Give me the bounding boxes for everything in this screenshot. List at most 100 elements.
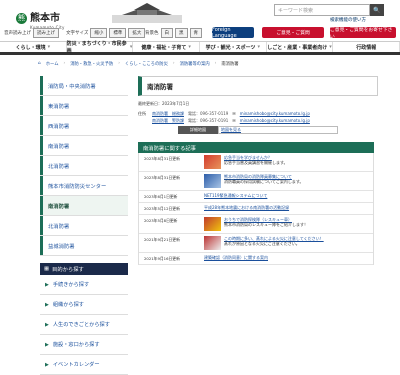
home-icon: ⌂ (38, 61, 41, 66)
arrow-right-icon: ▶ (45, 361, 49, 368)
voice-label: 音声読み上げ (4, 31, 31, 36)
purpose-link-organization[interactable]: ▶ 組織から探す (40, 295, 128, 315)
voice-tools: 音声読み上げ 読み上げ (4, 28, 59, 38)
article-text: 平成28年熊本地震における南消防署の活動記録 (204, 205, 289, 212)
department-link[interactable]: 南消防署 総務課 (152, 111, 184, 117)
sidebar-item-south[interactable]: 南消防署 (40, 136, 128, 156)
article-date: 2023年8月31日更新 (144, 156, 180, 161)
breadcrumb-link[interactable]: 消防・救急・火災予防 (70, 61, 113, 67)
article-thumbnail[interactable] (204, 236, 221, 250)
breadcrumb-separator: › (214, 61, 217, 66)
chevron-down-icon: ▾ (329, 44, 332, 50)
article-title-link[interactable]: 平成28年熊本地震における南消防署の活動記録 (204, 205, 289, 210)
consult-button[interactable]: ご意見・ご質問 (262, 27, 324, 38)
search-help-link[interactable]: 検索機能の使い方 (330, 17, 366, 23)
font-size-label: 文字サイズ (66, 31, 89, 36)
map-row: 詳細地図 地図を見る (178, 126, 378, 134)
article-title-link[interactable]: NET119緊急通報システムについて (204, 193, 267, 198)
list-item: 2023年8月31日更新 応急手当を学びませんか？ 応急手当普及員講習を開催しま… (139, 153, 373, 172)
site-logo[interactable]: 熊 熊本市 Kumamoto City (16, 6, 65, 30)
font-larger-button[interactable]: 拡大 (128, 28, 146, 38)
article-body: おうちで消防探検隊（レスキュー車） 熊本市消防局のレスキュー隊をご紹介します！ (204, 217, 373, 231)
article-text: この時期に多い、蒸れによる火災に注意してください！ 蒸れが原因となる火災にご注意… (224, 236, 324, 250)
breadcrumb-link[interactable]: くらし・こころの防災 (125, 61, 168, 67)
breadcrumb-link[interactable]: 消防署等の案内 (180, 61, 210, 67)
nav-label: 学び・観光・スポーツ (205, 44, 256, 51)
sidebar-item-center[interactable]: 熊本市消防防災センター (40, 176, 128, 196)
map-link[interactable]: 地図を見る (218, 126, 338, 134)
department-link[interactable]: 南消防署 警防課 (152, 118, 184, 124)
nav-item-learning[interactable]: 学び・観光・スポーツ ▾ (200, 42, 267, 52)
contact-row: 南消防署 警防課 電話：096-357-0191 ✉ minamishobo@c… (138, 117, 378, 124)
logo-text: 熊本市 (30, 13, 60, 24)
breadcrumb-separator: › (172, 61, 175, 66)
list-item: 2023年5月12日更新 平成28年熊本地震における南消防署の活動記録 (139, 203, 373, 215)
last-updated: 最終更新日：2023年7月1日 (138, 101, 190, 106)
bg-color-label: 背景色 (145, 31, 159, 36)
nav-item-health[interactable]: 健康・福祉・子育て ▾ (133, 42, 201, 52)
arrow-right-icon: ▶ (45, 301, 49, 308)
chevron-down-icon: ▾ (129, 44, 133, 50)
bg-blue-button[interactable]: 青 (189, 28, 202, 38)
bg-black-button[interactable]: 黒 (175, 28, 188, 38)
font-normal-button[interactable]: 標準 (109, 28, 127, 38)
phone-number: 電話：096-357-0119 (188, 110, 229, 116)
purpose-link-label: イベントカレンダー (52, 362, 100, 368)
article-title-link[interactable]: 建築確認（消防同意）に関する案内 (204, 255, 268, 260)
article-text: 応急手当を学びませんか？ 応急手当普及員講習を開催します。 (224, 155, 288, 169)
breadcrumb-link[interactable]: ホーム (46, 61, 59, 67)
nav-label: 健康・福祉・子育て (141, 44, 187, 51)
sidebar-item-west[interactable]: 西消防署 (40, 116, 128, 136)
article-thumbnail[interactable] (204, 174, 221, 188)
related-articles-list: 2023年8月31日更新 応急手当を学びませんか？ 応急手当普及員講習を開催しま… (138, 153, 374, 265)
article-description: 応急手当普及員講習を開催します。 (224, 160, 288, 166)
chevron-down-icon: ▾ (47, 44, 51, 50)
arrow-right-icon: ▶ (45, 321, 49, 328)
search-button[interactable]: 🔍 (370, 4, 384, 16)
city-emblem-icon: 熊 (16, 12, 27, 24)
purpose-header-label: 目的から探す (52, 267, 84, 273)
bg-white-button[interactable]: 白 (160, 28, 173, 38)
nav-item-disaster[interactable]: 防災・まちづくり・市民参画 ▾ (67, 41, 134, 54)
arrow-right-icon: ▶ (45, 281, 49, 288)
contact-button[interactable]: ご意見・ご質問をお寄せ下さい (330, 27, 396, 40)
article-body: この時期に多い、蒸れによる火災に注意してください！ 蒸れが原因となる火災にご注意… (204, 236, 373, 250)
purpose-link-procedures[interactable]: ▶ 手続きから探す (40, 275, 128, 295)
article-thumbnail[interactable] (204, 155, 221, 169)
contact-label: 住所 (138, 110, 146, 116)
breadcrumb-separator: › (63, 61, 66, 66)
list-item: 2023年6月1日更新 NET119緊急通報システムについて (139, 191, 373, 203)
sidebar-item-east[interactable]: 東消防署 (40, 96, 128, 116)
purpose-link-label: 人生のできごとから探す (52, 322, 110, 328)
mail-icon: ✉ (232, 111, 236, 116)
sidebar-item-mashiki[interactable]: 益城消防署 (40, 236, 128, 256)
article-thumbnail[interactable] (204, 217, 221, 231)
article-description: 熊本市消防局のレスキュー隊をご紹介します！ (224, 222, 308, 228)
search-input[interactable]: キーワード検索 (274, 4, 370, 16)
arrow-right-icon: ▶ (45, 341, 49, 348)
sidebar-item-south-active[interactable]: 南消防署 (40, 196, 128, 216)
voice-button[interactable]: 読み上げ (33, 28, 59, 38)
email-link[interactable]: minamishobo@city.kumamoto.lg.jp (240, 118, 310, 123)
article-body: 建築確認（消防同意）に関する案内 (204, 255, 373, 262)
breadcrumb-separator: › (118, 61, 120, 66)
article-body: 平成28年熊本地震における南消防署の活動記録 (204, 205, 373, 212)
list-item: 2023年8月31日更新 熊本市消防局の消防隊員募集について 消防職員の採用試験… (139, 172, 373, 191)
sidebar-item-central[interactable]: 消防局・中央消防署 (40, 76, 128, 96)
purpose-link-facilities[interactable]: ▶ 施設・窓口から探す (40, 335, 128, 355)
phone-number: 電話：096-357-0191 (188, 117, 229, 123)
purpose-link-events[interactable]: ▶ イベントカレンダー (40, 355, 128, 375)
nav-item-admin[interactable]: 行政情報 (333, 42, 400, 52)
nav-item-life[interactable]: くらし・環境 ▾ (0, 42, 67, 52)
purpose-link-life-events[interactable]: ▶ 人生のできごとから探す (40, 315, 128, 335)
foreign-language-button[interactable]: Foreign Language (212, 27, 254, 39)
font-smaller-button[interactable]: 縮小 (90, 28, 108, 38)
email-link[interactable]: minamishobo@city.kumamoto.lg.jp (240, 111, 310, 116)
nav-item-work[interactable]: しごと・産業・事業者向け ▾ (267, 42, 334, 52)
sidebar: 消防局・中央消防署 東消防署 西消防署 南消防署 北消防署 熊本市消防防災センタ… (40, 76, 128, 375)
chevron-down-icon: ▾ (257, 44, 261, 50)
sidebar-item-north-2[interactable]: 北消防署 (40, 216, 128, 236)
sidebar-item-north[interactable]: 北消防署 (40, 156, 128, 176)
article-date: 2023年6月1日更新 (144, 194, 178, 199)
nav-label: 行政情報 (356, 44, 377, 51)
